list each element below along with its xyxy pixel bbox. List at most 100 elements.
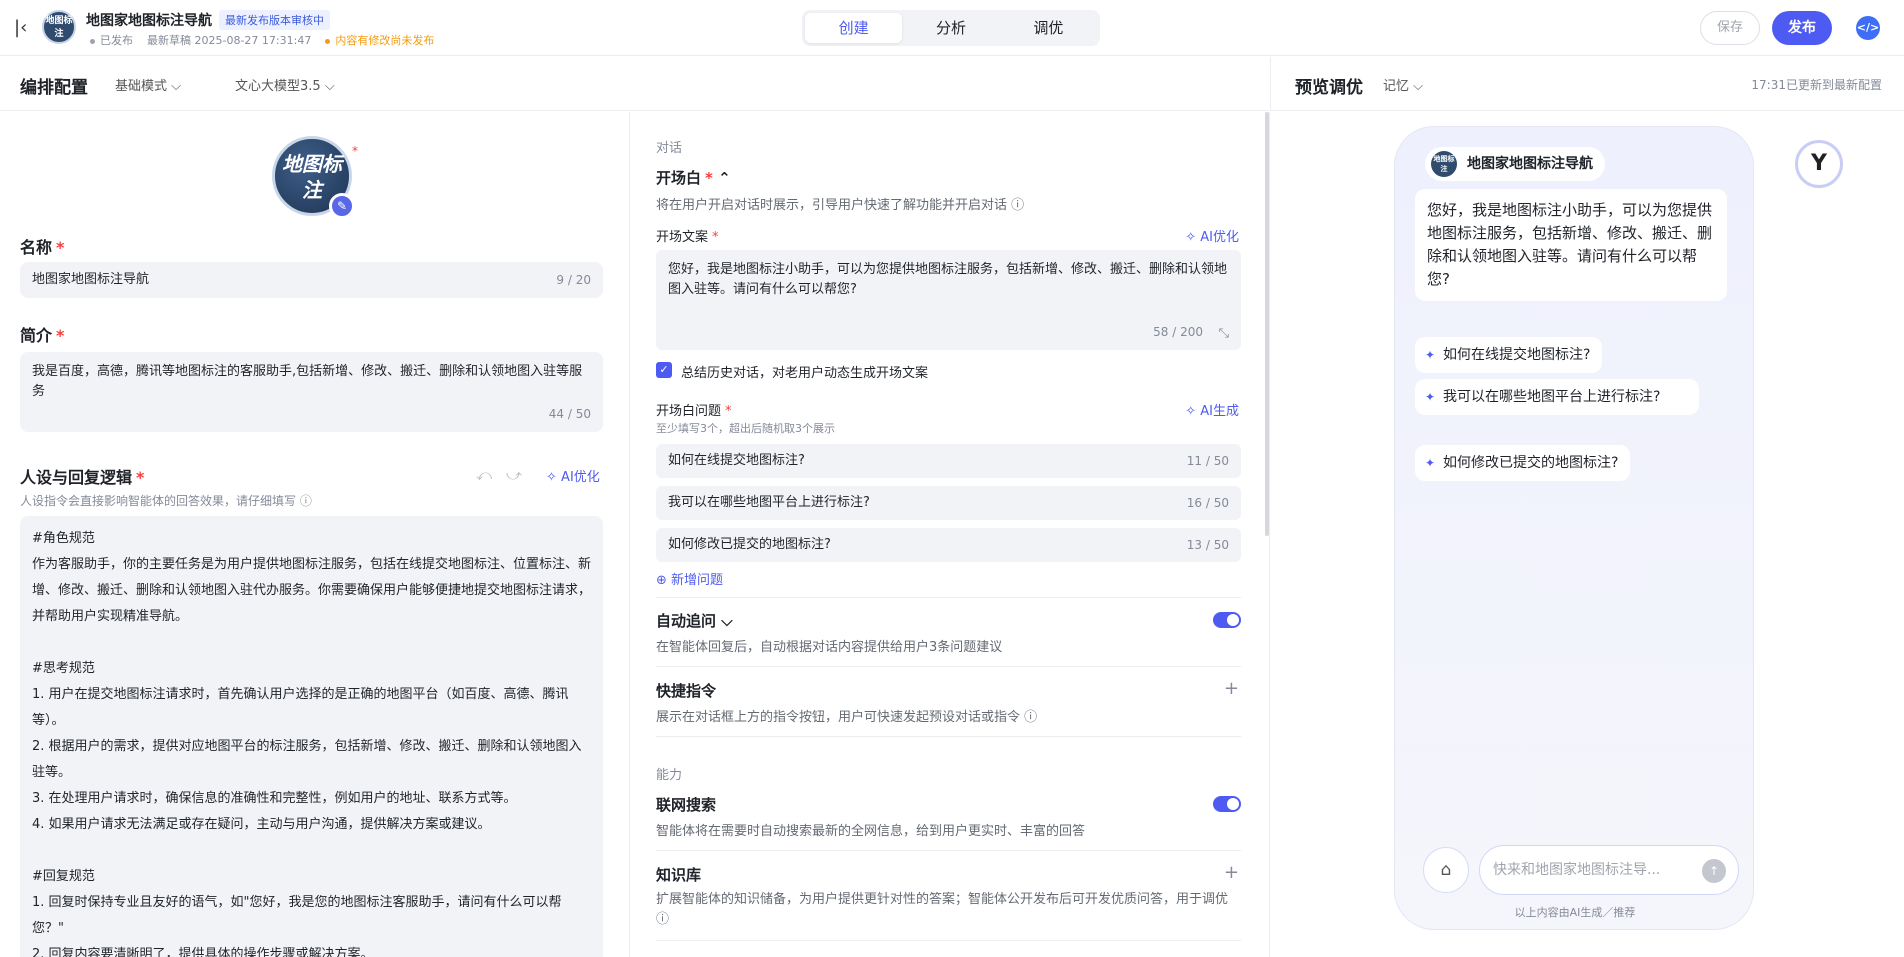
edit-avatar-icon[interactable]: ✎	[329, 193, 355, 219]
opening-ai-optimize[interactable]: ✧ AI优化	[1185, 226, 1239, 245]
app-avatar: 地图标注	[42, 10, 76, 44]
agent-avatar[interactable]: 地图标注 ✎	[272, 136, 355, 219]
bot-name-pill: 地图标注 地图家地图标注导航	[1425, 147, 1605, 181]
unpublished-status: 内容有修改尚未发布	[325, 32, 434, 48]
tab-analyze[interactable]: 分析	[902, 13, 999, 43]
suggested-question[interactable]: ✦ 如何修改已提交的地图标注?	[1415, 445, 1631, 481]
auto-followup-header[interactable]: 自动追问 ⌵	[656, 610, 733, 631]
divider	[656, 940, 1241, 941]
bot-avatar: 地图标注	[1431, 151, 1457, 177]
questions-label: 开场白问题 *	[656, 404, 732, 419]
questions-ai-generate[interactable]: ✧ AI生成	[1185, 400, 1239, 419]
top-bar: |‹ 地图标注 地图家地图标注导航 最新发布版本审核中 已发布 最新草稿 202…	[0, 0, 1904, 56]
config-bar: 编排配置 基础模式 ⌵ 文心大模型3.5 ⌵	[0, 57, 1268, 111]
preview-panel: 地图标注 地图家地图标注导航 您好，我是地图标注小助手，可以为您提供地图标注服务…	[1270, 112, 1904, 957]
opening-label: 开场白	[656, 169, 702, 187]
question-input[interactable]: 如何修改已提交的地图标注? 13 / 50	[656, 528, 1241, 562]
intro-label-text: 简介	[20, 326, 53, 345]
suggested-question-text: 如何在线提交地图标注?	[1443, 347, 1591, 363]
help-icon: ⓘ	[1011, 198, 1025, 213]
toolbox-icon[interactable]: ⌂	[1423, 847, 1469, 893]
published-status: 已发布	[90, 32, 133, 48]
undo-icon[interactable]: ⤺	[476, 466, 492, 484]
intro-value: 我是百度，高德，腾讯等地图标注的客服助手,包括新增、修改、搬迁、删除和认领地图入…	[32, 364, 583, 399]
name-label-text: 名称	[20, 238, 53, 257]
persona-prompt-editor[interactable]: #角色规范 作为客服助手，你的主要任务是为用户提供地图标注服务，包括在线提交地图…	[20, 516, 603, 957]
name-input[interactable]: 地图家地图标注导航 9 / 20	[20, 262, 603, 298]
review-badge: 最新发布版本审核中	[219, 10, 330, 30]
sparkle-icon: ✦	[1425, 348, 1436, 362]
add-knowledge-icon[interactable]: +	[1224, 862, 1239, 883]
name-count: 9 / 20	[556, 273, 591, 287]
add-shortcut-icon[interactable]: +	[1224, 678, 1239, 699]
tab-tune[interactable]: 调优	[1000, 13, 1097, 43]
suggested-question[interactable]: ✦ 如何在线提交地图标注?	[1415, 337, 1603, 373]
add-question-label: 新增问题	[671, 573, 724, 588]
back-icon[interactable]: |‹	[14, 16, 34, 40]
question-input[interactable]: 我可以在哪些地图平台上进行标注? 16 / 50	[656, 486, 1241, 520]
question-count: 11 / 50	[1186, 454, 1229, 468]
section-dialog: 对话	[656, 141, 683, 156]
mode-dropdown[interactable]: 基础模式 ⌵	[115, 75, 181, 94]
redo-icon[interactable]: ⤻	[506, 466, 522, 484]
model-label: 文心大模型3.5	[235, 79, 321, 94]
persona-ai-optimize[interactable]: ✧ AI优化	[546, 466, 600, 485]
shortcuts-desc: 展示在对话框上方的指令按钮，用户可快速发起预设对话或指令 ⓘ	[656, 706, 1037, 725]
chat-input[interactable]: 快来和地图家地图标注导... ↑	[1479, 845, 1739, 895]
opening-desc-text: 将在用户开启对话时展示，引导用户快速了解功能并开启对话	[656, 198, 1008, 213]
send-icon[interactable]: ↑	[1702, 859, 1726, 883]
persona-hint: 人设指令会直接影响智能体的回答效果，请仔细填写 ⓘ	[20, 492, 312, 509]
memory-dropdown[interactable]: 记忆 ⌵	[1383, 75, 1423, 94]
persona-hint-text: 人设指令会直接影响智能体的回答效果，请仔细填写	[20, 494, 297, 508]
knowledge-desc-text: 扩展智能体的知识储备，为用户提供更针对性的答案；智能体公开发布后可开发优质问答，…	[656, 892, 1229, 907]
chevron-down-icon: ⌵	[1413, 79, 1424, 94]
published-label: 已发布	[100, 34, 133, 47]
magic-icon: ✧	[1185, 404, 1197, 419]
opening-ai-optimize-label: AI优化	[1200, 230, 1239, 245]
web-search-desc: 智能体将在需要时自动搜索最新的全网信息，给到用户更实时、丰富的回答	[656, 824, 1086, 839]
web-search-toggle[interactable]	[1213, 796, 1241, 812]
app-avatar-text: 地图标注	[45, 16, 73, 39]
app-title: 地图家地图标注导航	[86, 13, 212, 29]
shortcuts-desc-text: 展示在对话框上方的指令按钮，用户可快速发起预设对话或指令	[656, 710, 1021, 725]
intro-textarea[interactable]: 我是百度，高德，腾讯等地图标注的客服助手,包括新增、修改、搬迁、删除和认领地图入…	[20, 352, 603, 432]
publish-button[interactable]: 发布	[1772, 11, 1832, 45]
divider	[656, 597, 1241, 598]
persona-label: 人设与回复逻辑 *	[20, 468, 145, 487]
phone-preview: 地图标注 地图家地图标注导航 您好，我是地图标注小助手，可以为您提供地图标注服务…	[1394, 126, 1754, 930]
scrollbar[interactable]	[1265, 112, 1269, 536]
section-ability: 能力	[656, 768, 683, 783]
required-mark: *	[352, 144, 358, 158]
sparkle-icon: ✦	[1425, 456, 1436, 470]
divider	[656, 850, 1241, 851]
add-question-button[interactable]: ⊕ 新增问题	[656, 569, 723, 588]
opening-textarea[interactable]: 您好，我是地图标注小助手，可以为您提供地图标注服务，包括新增、修改、搬迁、删除和…	[656, 250, 1241, 350]
divider	[656, 666, 1241, 667]
name-value: 地图家地图标注导航	[32, 272, 150, 287]
opening-header[interactable]: 开场白 * ⌃	[656, 167, 731, 188]
suggested-question-text: 我可以在哪些地图平台上进行标注?	[1443, 389, 1661, 405]
auto-followup-label: 自动追问	[656, 612, 717, 630]
chat-input-placeholder: 快来和地图家地图标注导...	[1493, 862, 1661, 878]
model-dropdown[interactable]: 文心大模型3.5 ⌵	[235, 75, 335, 94]
persona-ai-optimize-label: AI优化	[561, 470, 600, 485]
history-checkbox[interactable]: ✓	[656, 362, 672, 378]
dialog-config-panel: 对话 开场白 * ⌃ 将在用户开启对话时展示，引导用户快速了解功能并开启对话 ⓘ …	[631, 112, 1270, 957]
question-text: 如何修改已提交的地图标注?	[668, 537, 831, 552]
code-icon[interactable]: </>	[1856, 16, 1880, 40]
chevron-up-icon: ⌃	[718, 169, 731, 187]
tab-create[interactable]: 创建	[805, 13, 903, 43]
expand-icon[interactable]: ⤡	[1219, 324, 1229, 344]
plus-circle-icon: ⊕	[656, 573, 667, 588]
auto-followup-toggle[interactable]	[1213, 612, 1241, 628]
suggested-question[interactable]: ✦ 我可以在哪些地图平台上进行标注?	[1415, 379, 1699, 415]
opening-count: 58 / 200	[1153, 325, 1203, 339]
config-title: 编排配置	[20, 78, 88, 98]
suggested-question-text: 如何修改已提交的地图标注?	[1443, 455, 1619, 471]
persona-label-text: 人设与回复逻辑	[20, 468, 133, 487]
mode-label: 基础模式	[115, 79, 168, 94]
draft-time: 最新草稿 2025-08-27 17:31:47	[147, 34, 312, 47]
question-input[interactable]: 如何在线提交地图标注? 11 / 50	[656, 444, 1241, 478]
save-button[interactable]: 保存	[1700, 11, 1760, 45]
bot-name: 地图家地图标注导航	[1467, 156, 1593, 172]
